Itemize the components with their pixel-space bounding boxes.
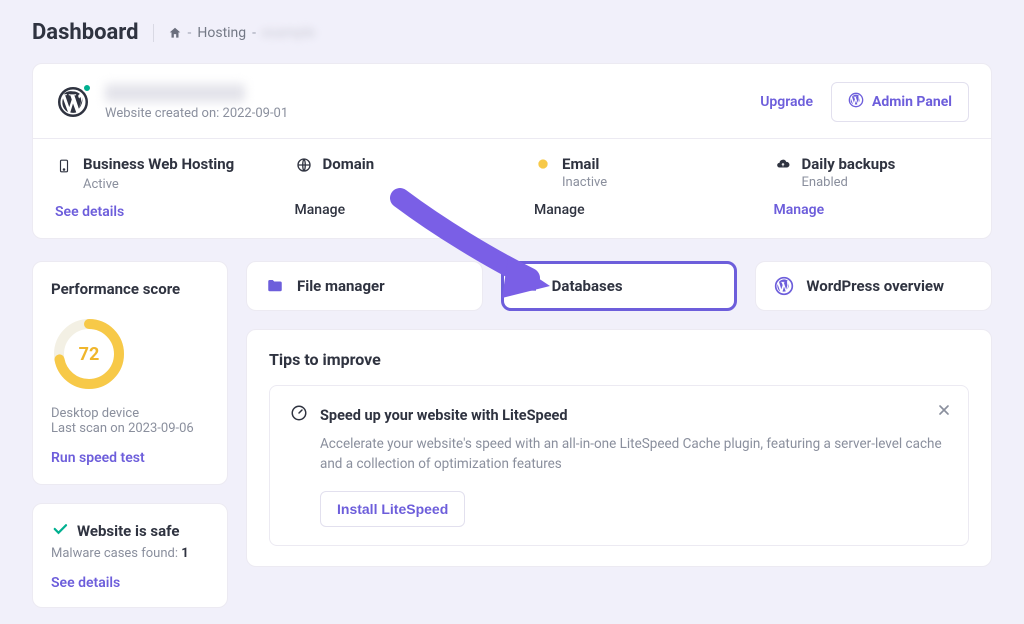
breadcrumb-dash: -: [252, 25, 256, 41]
domain-manage[interactable]: Manage: [295, 202, 491, 218]
security-see-details[interactable]: See details: [51, 575, 209, 591]
speedometer-icon: [290, 404, 308, 426]
warning-icon: [534, 155, 552, 171]
performance-title: Performance score: [51, 280, 209, 298]
backups-manage[interactable]: Manage: [774, 202, 970, 218]
performance-score-ring: 72: [51, 316, 127, 392]
databases-label: Databases: [552, 277, 623, 295]
wordpress-icon: [848, 92, 864, 112]
backups-status: Enabled: [802, 175, 970, 190]
hosting-see-details[interactable]: See details: [55, 204, 251, 220]
close-icon[interactable]: [936, 402, 952, 422]
list-icon: [520, 278, 540, 294]
backups-title: Daily backups: [802, 155, 896, 173]
domain-cell: Domain Manage: [273, 139, 513, 238]
hosting-icon: [55, 155, 73, 175]
databases-card[interactable]: Databases: [501, 261, 738, 311]
tip-item: Speed up your website with LiteSpeed Acc…: [269, 385, 969, 546]
security-card: Website is safe Malware cases found: 1 S…: [32, 503, 228, 608]
page-title: Dashboard: [32, 20, 139, 45]
domain-status: [323, 175, 491, 190]
hosting-status: Active: [83, 177, 251, 192]
file-manager-card[interactable]: File manager: [246, 261, 483, 311]
performance-last-scan: Last scan on 2023-09-06: [51, 421, 209, 436]
site-created-label: Website created on: 2022-09-01: [105, 106, 288, 121]
domain-title: Domain: [323, 155, 375, 173]
admin-panel-button[interactable]: Admin Panel: [831, 82, 969, 122]
check-icon: [51, 520, 69, 542]
home-icon[interactable]: [168, 26, 182, 40]
wordpress-logo-icon: [55, 84, 91, 120]
wordpress-overview-label: WordPress overview: [806, 277, 944, 295]
tip-heading: Speed up your website with LiteSpeed: [320, 407, 568, 424]
breadcrumb: - Hosting - example: [153, 24, 315, 42]
globe-icon: [295, 155, 313, 173]
tips-title: Tips to improve: [269, 350, 969, 369]
breadcrumb-dash: -: [188, 25, 192, 41]
install-litespeed-button[interactable]: Install LiteSpeed: [320, 491, 465, 527]
email-manage[interactable]: Manage: [534, 202, 730, 218]
folder-icon: [265, 277, 285, 295]
wordpress-overview-card[interactable]: WordPress overview: [755, 261, 992, 311]
site-summary-card: Website created on: 2022-09-01 Upgrade A…: [32, 63, 992, 239]
performance-device: Desktop device: [51, 406, 209, 421]
breadcrumb-hosting[interactable]: Hosting: [197, 25, 246, 41]
wordpress-icon: [774, 276, 794, 296]
email-title: Email: [562, 155, 599, 173]
performance-score-value: 72: [51, 316, 127, 392]
site-name-blurred: [105, 84, 245, 102]
email-status: Inactive: [562, 175, 730, 190]
performance-card: Performance score 72 Desktop device Last…: [32, 261, 228, 485]
file-manager-label: File manager: [297, 277, 385, 295]
breadcrumb-site-blurred: example: [262, 25, 315, 41]
status-dot-icon: [82, 83, 92, 93]
cloud-upload-icon: [774, 155, 792, 171]
hosting-cell: Business Web Hosting Active See details: [33, 139, 273, 238]
backups-cell: Daily backups Enabled Manage: [752, 139, 992, 238]
email-cell: Email Inactive Manage: [512, 139, 752, 238]
hosting-title: Business Web Hosting: [83, 155, 234, 173]
upgrade-link[interactable]: Upgrade: [760, 94, 813, 110]
tips-card: Tips to improve Speed up your website wi…: [246, 329, 992, 567]
security-sub: Malware cases found: 1: [51, 546, 209, 561]
run-speed-test-link[interactable]: Run speed test: [51, 450, 209, 466]
security-title: Website is safe: [77, 522, 179, 540]
tip-description: Accelerate your website's speed with an …: [320, 434, 948, 475]
